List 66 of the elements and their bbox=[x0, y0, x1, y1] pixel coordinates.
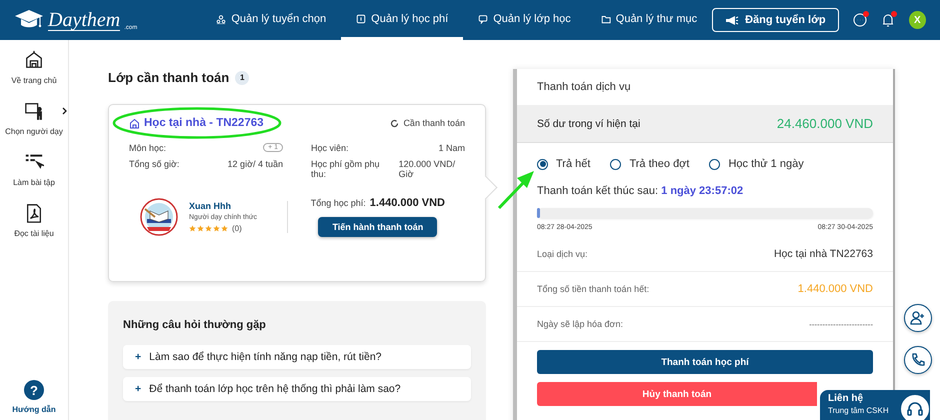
radio-button[interactable] bbox=[610, 158, 622, 170]
bell-icon[interactable] bbox=[880, 13, 895, 27]
nav-tab[interactable]: Quản lý thư mục bbox=[586, 0, 712, 40]
megaphone-icon bbox=[725, 14, 740, 26]
pay-tuition-button[interactable]: Thanh toán học phí bbox=[537, 350, 873, 374]
row-label: Ngày sẽ lập hóa đơn: bbox=[537, 319, 623, 329]
status-label: Cần thanh toán bbox=[390, 118, 465, 128]
contact-title: Liên hệ bbox=[828, 393, 864, 404]
radio-button[interactable] bbox=[709, 158, 720, 170]
faq-title: Những câu hỏi thường gặp bbox=[123, 319, 267, 331]
contact-box[interactable]: Liên hệ Trung tâm CSKH bbox=[820, 390, 930, 420]
sidebar-item[interactable]: Chọn người dạy bbox=[1, 101, 67, 136]
nav-tab[interactable]: Quản lý lớp học bbox=[463, 0, 586, 40]
review-count: (0) bbox=[232, 224, 242, 233]
field-label: Học phí gồm phụ thu: bbox=[311, 159, 381, 179]
payment-option[interactable]: Trả theo đợt bbox=[610, 158, 690, 170]
headset-icon[interactable] bbox=[900, 394, 930, 420]
field-value: 120.000 VND/ Giờ bbox=[398, 159, 456, 179]
total-label: Tổng học phí: bbox=[310, 198, 366, 208]
payment-option[interactable]: Học thử 1 ngày bbox=[709, 158, 804, 170]
chat-icon bbox=[478, 14, 488, 24]
post-class-button[interactable]: Đăng tuyển lớp bbox=[712, 8, 839, 32]
help-icon[interactable]: ? bbox=[24, 380, 44, 400]
row-value: ------------------------ bbox=[809, 320, 873, 328]
panel-title: Thanh toán dịch vụ bbox=[536, 80, 632, 95]
home-icon bbox=[24, 50, 44, 70]
count-badge: 1 bbox=[235, 70, 250, 84]
add-user-icon[interactable] bbox=[904, 304, 932, 332]
nav-tab[interactable]: Quản lý tuyển chọn bbox=[201, 0, 342, 40]
phone-icon[interactable] bbox=[904, 346, 932, 374]
section-title: Lớp cần thanh toán bbox=[108, 70, 230, 85]
pdf-document-icon bbox=[24, 203, 44, 223]
sidebar-item[interactable]: Đọc tài liệu bbox=[1, 203, 67, 238]
payment-option[interactable]: Trả hết bbox=[537, 158, 590, 170]
proceed-payment-button[interactable]: Tiến hành thanh toán bbox=[318, 217, 438, 237]
field-label: Môn học: bbox=[129, 143, 166, 153]
radio-button[interactable] bbox=[537, 158, 548, 170]
row-value: Học tại nhà TN22763 bbox=[774, 248, 873, 260]
teacher-name[interactable]: Xuan Hhh bbox=[189, 201, 279, 211]
teacher-icon bbox=[24, 101, 44, 121]
faq-item[interactable]: + Làm sao để thực hiện tính năng nạp tiền, rút tiền? bbox=[123, 345, 471, 369]
sidebar-item[interactable]: Làm bài tập bbox=[1, 152, 67, 187]
sidebar-item[interactable]: Về trang chủ bbox=[1, 50, 67, 85]
logo-text[interactable]: Daythem bbox=[48, 10, 120, 30]
balance-amount: 24.460.000 VND bbox=[776, 116, 873, 131]
faq-item[interactable]: + Để thanh toán lớp học trên hệ thống thì phải làm sao? bbox=[123, 377, 471, 401]
nav-tab[interactable]: Quản lý học phí bbox=[341, 0, 464, 40]
chat-icon[interactable] bbox=[852, 13, 867, 27]
chevron-icon bbox=[62, 107, 67, 115]
contact-subtitle: Trung tâm CSKH bbox=[828, 406, 890, 415]
balance-label: Số dư trong ví hiện tại bbox=[537, 118, 640, 130]
row-label: Loại dịch vụ: bbox=[537, 249, 588, 259]
deadline-text: Thanh toán kết thúc sau: 1 ngày 23:57:02 bbox=[536, 184, 744, 199]
help-label[interactable]: Hướng dẫn bbox=[12, 405, 56, 414]
house-icon bbox=[129, 118, 140, 128]
pointer-arrow bbox=[496, 168, 536, 210]
field-label: Học viên: bbox=[311, 143, 349, 153]
row-value: 1.440.000 VND bbox=[798, 283, 873, 295]
total-amount: 1.440.000 VND bbox=[370, 197, 445, 209]
folder-icon bbox=[600, 14, 611, 24]
field-label: Tổng số giờ: bbox=[129, 159, 180, 169]
field-value: 1 Nam bbox=[438, 143, 465, 153]
row-label: Tổng số tiền thanh toán hết: bbox=[537, 284, 650, 294]
field-value: 12 giờ/ 4 tuần bbox=[228, 159, 283, 169]
loading-icon bbox=[390, 118, 400, 128]
people-icon bbox=[216, 14, 226, 24]
